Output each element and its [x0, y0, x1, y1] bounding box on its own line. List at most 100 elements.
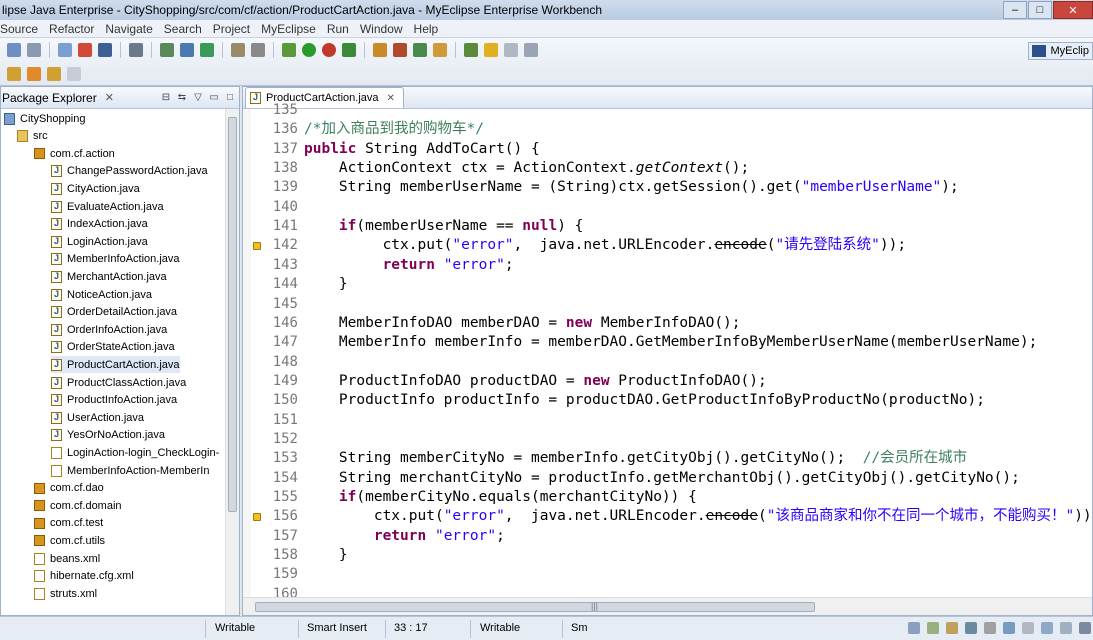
tree-item[interactable]: MemberInfoAction.java	[51, 251, 180, 268]
external-tools-icon[interactable]	[322, 43, 336, 57]
gear-icon[interactable]	[251, 43, 265, 57]
web-service-icon[interactable]	[180, 43, 194, 57]
print-icon[interactable]	[27, 43, 41, 57]
notification-icon[interactable]	[1079, 622, 1091, 634]
menu-search[interactable]: Search	[164, 22, 202, 36]
tree-item[interactable]: beans.xml	[34, 550, 100, 567]
block-selection-icon[interactable]	[524, 43, 538, 57]
next-annotation-icon[interactable]	[7, 67, 21, 81]
tree-item[interactable]: YesOrNoAction.java	[51, 427, 165, 444]
tree-item[interactable]: src	[17, 128, 48, 145]
menu-bar: Source Refactor Navigate Search Project MyEcl…	[0, 20, 1093, 38]
fast-view-icon[interactable]	[1022, 622, 1034, 634]
deploy-icon[interactable]	[78, 43, 92, 57]
code-area[interactable]: /*加入商品到我的购物车*/ public String AddToCart() …	[304, 109, 1093, 597]
memory-icon[interactable]	[1041, 622, 1053, 634]
update-icon[interactable]	[1060, 622, 1072, 634]
menu-window[interactable]: Window	[360, 22, 403, 36]
menu-navigate[interactable]: Navigate	[105, 22, 152, 36]
open-type-icon[interactable]	[413, 43, 427, 57]
tree-vertical-scrollbar[interactable]	[225, 109, 239, 615]
perspective-switcher[interactable]: MyEclip	[1028, 42, 1093, 60]
tree-item[interactable]: OrderInfoAction.java	[51, 321, 167, 338]
browser-icon[interactable]	[129, 43, 143, 57]
menu-run[interactable]: Run	[327, 22, 349, 36]
scrollbar-thumb[interactable]	[228, 117, 237, 512]
annotation-icon[interactable]	[464, 43, 478, 57]
maximize-button[interactable]: □	[1028, 1, 1052, 19]
code-line: ctx.put("error", java.net.URLEncoder.enc…	[304, 237, 907, 254]
tree-item[interactable]: ProductCartAction.java	[51, 356, 180, 374]
tree-item[interactable]: NoticeAction.java	[51, 286, 152, 303]
outline-icon[interactable]	[1003, 622, 1015, 634]
tree-item[interactable]: LoginAction-login_CheckLogin-	[51, 444, 219, 461]
tree-item[interactable]: struts.xml	[34, 585, 97, 602]
tree-item[interactable]: com.cf.domain	[34, 497, 122, 514]
console-icon[interactable]	[965, 622, 977, 634]
tree-item[interactable]: ProductInfoAction.java	[51, 392, 177, 409]
wizard-icon[interactable]	[160, 43, 174, 57]
menu-help[interactable]: Help	[414, 22, 439, 36]
editor-tab-productcartaction[interactable]: ProductCartAction.java ✕	[245, 87, 404, 108]
server-icon[interactable]	[98, 43, 112, 57]
close-tab-icon[interactable]: ✕	[387, 93, 395, 104]
back-icon[interactable]	[47, 67, 61, 81]
toolbar-separator	[120, 42, 121, 58]
debug-icon[interactable]	[282, 43, 296, 57]
status-writable: Writable	[215, 622, 256, 634]
tree-item[interactable]: com.cf.dao	[34, 480, 104, 497]
tree-item[interactable]: com.cf.utils	[34, 532, 105, 549]
close-icon[interactable]: ✕	[105, 91, 114, 104]
tree-item[interactable]: EvaluateAction.java	[51, 198, 164, 215]
globe-icon[interactable]	[200, 43, 214, 57]
show-whitespace-icon[interactable]	[504, 43, 518, 57]
minimize-button[interactable]: –	[1003, 1, 1027, 19]
menu-myeclipse[interactable]: MyEclipse	[261, 22, 316, 36]
new-project-icon[interactable]	[58, 43, 72, 57]
menu-project[interactable]: Project	[213, 22, 250, 36]
editor-horizontal-scrollbar[interactable]: |||	[243, 597, 1092, 615]
new-package-icon[interactable]	[393, 43, 407, 57]
tree-item[interactable]: OrderDetailAction.java	[51, 304, 177, 321]
progress-icon[interactable]	[908, 622, 920, 634]
tasks-icon[interactable]	[946, 622, 958, 634]
servers-icon[interactable]	[984, 622, 996, 634]
menu-source[interactable]: Source	[0, 22, 38, 36]
tree-item[interactable]: hibernate.cfg.xml	[34, 568, 134, 585]
tree-item[interactable]: com.cf.action	[34, 145, 115, 162]
toolbar-separator	[455, 42, 456, 58]
view-menu-icon[interactable]: ▽	[191, 91, 205, 105]
table-icon[interactable]	[231, 43, 245, 57]
menu-refactor[interactable]: Refactor	[49, 22, 94, 36]
tree-item[interactable]: MemberInfoAction-MemberIn	[51, 462, 209, 479]
link-editor-icon[interactable]: ⇆	[175, 91, 189, 105]
problems-icon[interactable]	[927, 622, 939, 634]
minimize-view-icon[interactable]: ▭	[207, 91, 221, 105]
tree-item[interactable]: MerchantAction.java	[51, 268, 167, 285]
tree-item[interactable]: IndexAction.java	[51, 216, 148, 233]
search-icon[interactable]	[433, 43, 447, 57]
previous-annotation-icon[interactable]	[27, 67, 41, 81]
collapse-all-icon[interactable]: ⊟	[159, 91, 173, 105]
tree-item[interactable]: OrderStateAction.java	[51, 339, 175, 356]
perspective-label: MyEclip	[1050, 45, 1089, 57]
warning-marker-icon[interactable]	[253, 513, 261, 522]
highlight-icon[interactable]	[484, 43, 498, 57]
tree-item[interactable]: LoginAction.java	[51, 233, 148, 250]
warning-marker-icon[interactable]	[253, 242, 261, 251]
tree-item[interactable]: CityAction.java	[51, 180, 140, 197]
maximize-view-icon[interactable]: □	[223, 91, 237, 105]
coverage-icon[interactable]	[342, 43, 356, 57]
project-icon	[4, 112, 15, 125]
new-class-icon[interactable]	[373, 43, 387, 57]
tree-item[interactable]: ChangePasswordAction.java	[51, 163, 208, 180]
tree-item[interactable]: CityShopping	[4, 110, 85, 127]
run-icon[interactable]	[302, 43, 316, 57]
close-window-button[interactable]: ✕	[1053, 1, 1093, 19]
scrollbar-thumb[interactable]	[255, 602, 815, 612]
tree-item[interactable]: com.cf.test	[34, 515, 103, 532]
tree-item[interactable]: ProductClassAction.java	[51, 374, 186, 391]
forward-icon[interactable]	[67, 67, 81, 81]
tree-item[interactable]: UserAction.java	[51, 409, 144, 426]
save-icon[interactable]	[7, 43, 21, 57]
